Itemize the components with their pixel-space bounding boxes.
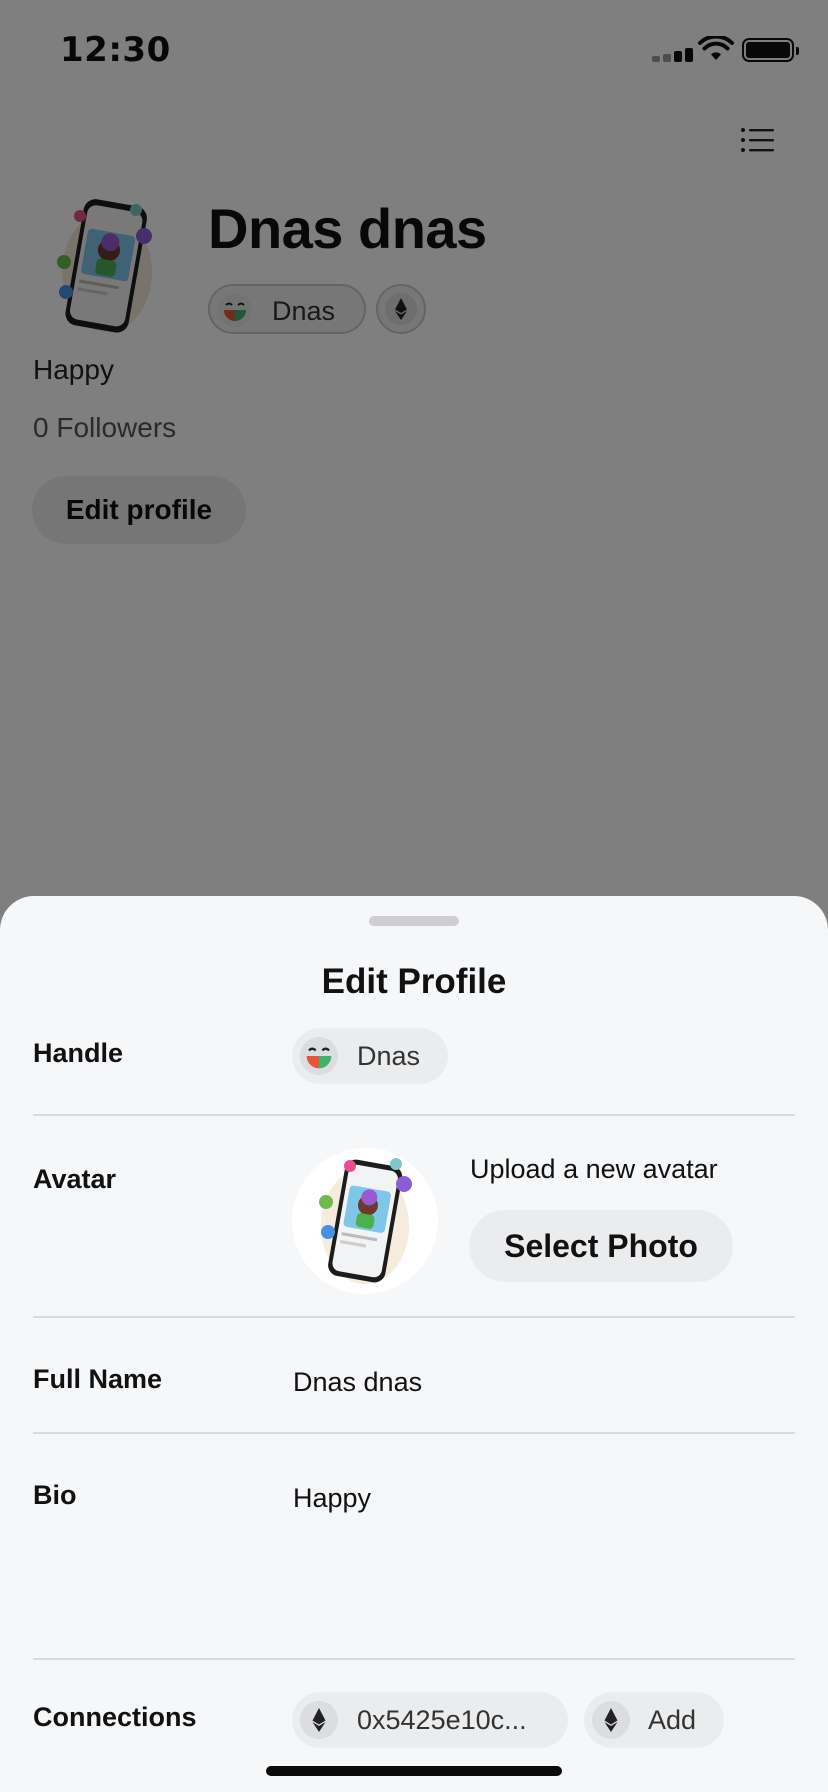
ethereum-icon [300,1701,338,1739]
upload-avatar-text: Upload a new avatar [470,1154,718,1184]
divider [33,1432,795,1434]
sheet-grabber[interactable] [369,916,459,926]
full-name-field[interactable]: Dnas dnas [293,1367,422,1398]
sheet-title: Edit Profile [321,962,507,1001]
home-indicator[interactable] [266,1766,562,1776]
connections-label: Connections [33,1702,197,1732]
divider [33,1114,795,1116]
add-connection-label: Add [648,1705,697,1735]
handle-pill-text: Dnas [357,1041,421,1071]
bio-field[interactable]: Happy [293,1483,371,1514]
select-photo-button[interactable]: Select Photo [469,1210,733,1282]
ethereum-icon [592,1701,630,1739]
divider [33,1658,795,1660]
wallet-address: 0x5425e10c... [357,1705,527,1735]
add-connection-button[interactable]: Add [584,1692,724,1748]
bio-label: Bio [33,1480,77,1510]
smiley-logo-icon [300,1037,338,1075]
handle-label: Handle [33,1038,124,1068]
handle-pill[interactable]: Dnas [292,1028,448,1084]
full-name-label: Full Name [33,1364,163,1394]
avatar-label: Avatar [33,1164,117,1194]
divider [33,1316,795,1318]
wallet-connection-pill[interactable]: 0x5425e10c... [292,1692,568,1748]
avatar-preview[interactable] [292,1148,438,1294]
